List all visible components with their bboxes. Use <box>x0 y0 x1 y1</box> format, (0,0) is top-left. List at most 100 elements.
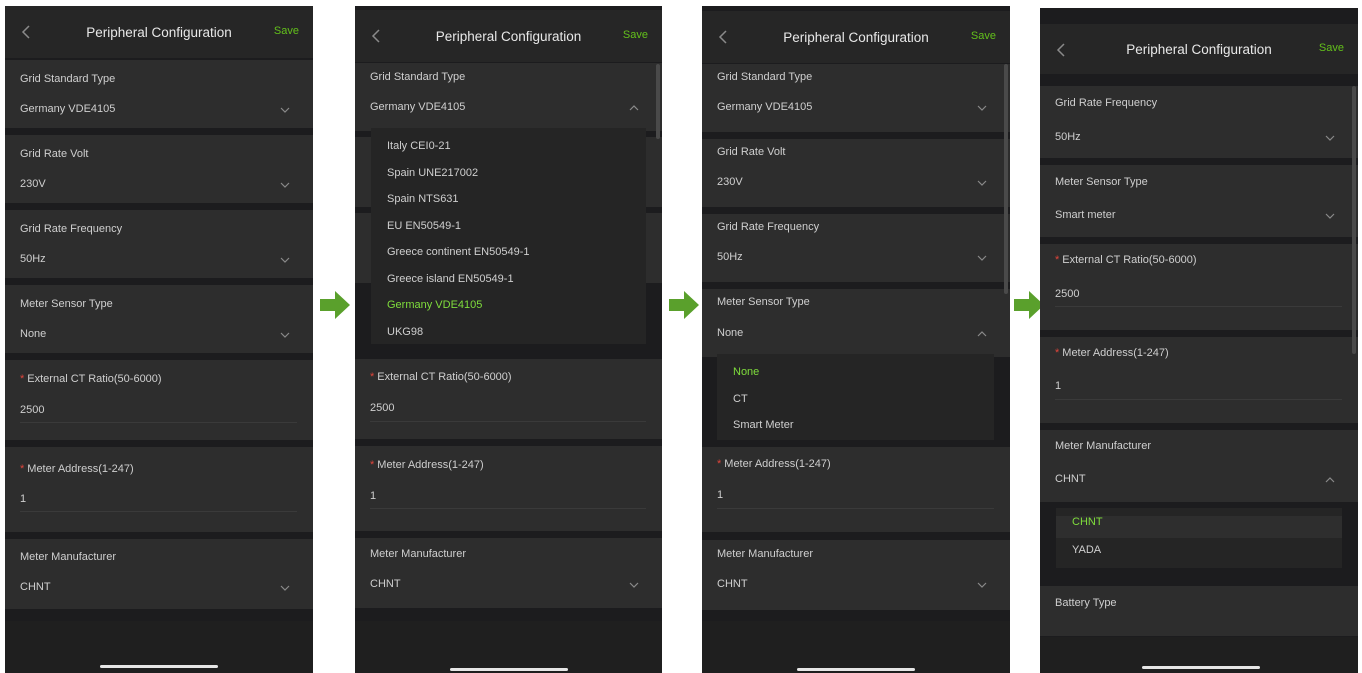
dropdown-option[interactable]: Greece continent EN50549-1 <box>371 246 646 258</box>
chevron-down-icon[interactable] <box>976 104 988 112</box>
meter-manufacturer-select[interactable]: CHNT <box>1055 473 1086 485</box>
dropdown-option[interactable]: EU EN50549-1 <box>371 220 646 232</box>
grid-standard-dropdown: Italy CEI0-21 Spain UNE217002 Spain NTS6… <box>371 128 646 344</box>
meter-sensor-label: Meter Sensor Type <box>20 298 113 310</box>
home-indicator[interactable] <box>1142 666 1260 669</box>
grid-volt-select[interactable]: 230V <box>20 178 46 190</box>
ct-ratio-section: * External CT Ratio(50-6000) 2500 <box>5 360 313 440</box>
chevron-down-icon[interactable] <box>279 181 291 189</box>
back-arrow-icon[interactable] <box>1052 38 1072 62</box>
meter-manufacturer-section[interactable]: Meter Manufacturer CHNT <box>1040 430 1358 502</box>
meter-manufacturer-section[interactable]: Meter Manufacturer CHNT <box>355 538 662 608</box>
dropdown-option[interactable]: Italy CEI0-21 <box>371 140 646 152</box>
chevron-down-icon[interactable] <box>1324 212 1336 220</box>
save-button[interactable]: Save <box>1319 42 1344 54</box>
grid-standard-select[interactable]: Germany VDE4105 <box>20 103 115 115</box>
save-button[interactable]: Save <box>623 29 648 41</box>
home-indicator[interactable] <box>797 668 915 671</box>
chevron-up-icon[interactable] <box>628 104 640 112</box>
ct-ratio-input[interactable]: 2500 <box>1055 288 1079 300</box>
meter-manufacturer-label: Meter Manufacturer <box>20 551 116 563</box>
dropdown-option[interactable]: Spain NTS631 <box>371 193 646 205</box>
grid-standard-section[interactable]: Grid Standard Type Germany VDE4105 <box>702 64 1010 132</box>
grid-freq-select[interactable]: 50Hz <box>20 253 46 265</box>
ct-ratio-input[interactable]: 2500 <box>20 404 44 416</box>
home-indicator[interactable] <box>449 668 568 671</box>
required-mark: * <box>1055 347 1060 359</box>
grid-volt-section[interactable]: Grid Rate Volt 230V <box>5 135 313 203</box>
chevron-down-icon[interactable] <box>976 581 988 589</box>
chevron-down-icon[interactable] <box>976 179 988 187</box>
home-indicator[interactable] <box>100 665 218 668</box>
dropdown-option-selected[interactable]: Germany VDE4105 <box>371 299 646 311</box>
meter-sensor-dropdown: None CT Smart Meter <box>717 354 994 440</box>
chevron-up-icon[interactable] <box>976 330 988 338</box>
meter-address-input[interactable]: 1 <box>1055 380 1061 392</box>
dropdown-option[interactable]: YADA <box>1056 544 1342 556</box>
grid-freq-select[interactable]: 50Hz <box>717 251 743 263</box>
meter-address-input[interactable]: 1 <box>20 493 26 505</box>
back-arrow-icon[interactable] <box>714 25 734 49</box>
meter-manufacturer-select[interactable]: CHNT <box>717 578 748 590</box>
meter-address-input[interactable]: 1 <box>717 489 723 501</box>
meter-sensor-section[interactable]: Meter Sensor Type Smart meter <box>1040 165 1358 237</box>
meter-address-label: * Meter Address(1-247) <box>20 463 134 475</box>
bottom-bar <box>355 621 662 673</box>
grid-freq-section[interactable]: Grid Rate Frequency 50Hz <box>1040 86 1358 158</box>
required-mark: * <box>717 458 722 470</box>
grid-freq-section[interactable]: Grid Rate Frequency 50Hz <box>702 214 1010 282</box>
page-title: Peripheral Configuration <box>1126 41 1272 57</box>
meter-sensor-select[interactable]: None <box>20 328 46 340</box>
meter-address-input[interactable]: 1 <box>370 490 376 502</box>
grid-freq-select[interactable]: 50Hz <box>1055 131 1081 143</box>
phone-screen-1: Peripheral Configuration Save Grid Stand… <box>5 6 313 673</box>
meter-sensor-select[interactable]: Smart meter <box>1055 209 1116 221</box>
grid-volt-section[interactable]: Grid Rate Volt 230V <box>702 139 1010 207</box>
scrollbar[interactable] <box>1352 86 1356 354</box>
scrollbar[interactable] <box>656 64 660 139</box>
grid-standard-label: Grid Standard Type <box>370 71 466 83</box>
meter-sensor-section[interactable]: Meter Sensor Type None <box>5 285 313 353</box>
grid-freq-label: Grid Rate Frequency <box>717 221 820 233</box>
grid-standard-select[interactable]: Germany VDE4105 <box>717 101 812 113</box>
chevron-down-icon[interactable] <box>279 256 291 264</box>
save-button[interactable]: Save <box>274 25 299 37</box>
grid-standard-select[interactable]: Germany VDE4105 <box>370 101 465 113</box>
meter-manufacturer-select[interactable]: CHNT <box>370 578 401 590</box>
chevron-down-icon[interactable] <box>279 106 291 114</box>
chevron-down-icon[interactable] <box>1324 134 1336 142</box>
dropdown-option-selected[interactable]: None <box>717 366 994 378</box>
grid-volt-select[interactable]: 230V <box>717 176 743 188</box>
chevron-down-icon[interactable] <box>628 581 640 589</box>
grid-standard-section[interactable]: Grid Standard Type Germany VDE4105 <box>355 63 662 131</box>
required-mark: * <box>20 373 25 385</box>
nav-bar: Peripheral Configuration Save <box>1040 24 1358 74</box>
chevron-up-icon[interactable] <box>1324 476 1336 484</box>
dropdown-option[interactable]: UKG98 <box>371 326 646 338</box>
ct-ratio-input[interactable]: 2500 <box>370 402 394 414</box>
meter-manufacturer-section[interactable]: Meter Manufacturer CHNT <box>5 539 313 609</box>
meter-manufacturer-section[interactable]: Meter Manufacturer CHNT <box>702 540 1010 610</box>
required-mark: * <box>20 463 25 475</box>
chevron-down-icon[interactable] <box>279 584 291 592</box>
scrollbar[interactable] <box>1004 64 1008 294</box>
meter-sensor-section[interactable]: Meter Sensor Type None <box>702 289 1010 357</box>
chevron-down-icon[interactable] <box>279 331 291 339</box>
dropdown-option[interactable]: Smart Meter <box>717 419 994 431</box>
grid-freq-section[interactable]: Grid Rate Frequency 50Hz <box>5 210 313 278</box>
dropdown-option[interactable]: Greece island EN50549-1 <box>371 273 646 285</box>
dropdown-option[interactable]: Spain UNE217002 <box>371 167 646 179</box>
meter-sensor-select[interactable]: None <box>717 327 743 339</box>
meter-manufacturer-select[interactable]: CHNT <box>20 581 51 593</box>
grid-standard-section[interactable]: Grid Standard Type Germany VDE4105 <box>5 60 313 128</box>
dropdown-option[interactable]: CT <box>717 393 994 405</box>
chevron-down-icon[interactable] <box>976 254 988 262</box>
phone-screen-4: Peripheral Configuration Save Grid Rate … <box>1040 8 1358 673</box>
dropdown-option-selected[interactable]: CHNT <box>1056 516 1342 538</box>
battery-type-section[interactable]: Battery Type <box>1040 586 1358 636</box>
phone-screen-3: Peripheral Configuration Save Grid Stand… <box>702 6 1010 673</box>
back-arrow-icon[interactable] <box>367 24 387 48</box>
save-button[interactable]: Save <box>971 30 996 42</box>
nav-bar: Peripheral Configuration Save <box>5 6 313 58</box>
back-arrow-icon[interactable] <box>17 20 37 44</box>
